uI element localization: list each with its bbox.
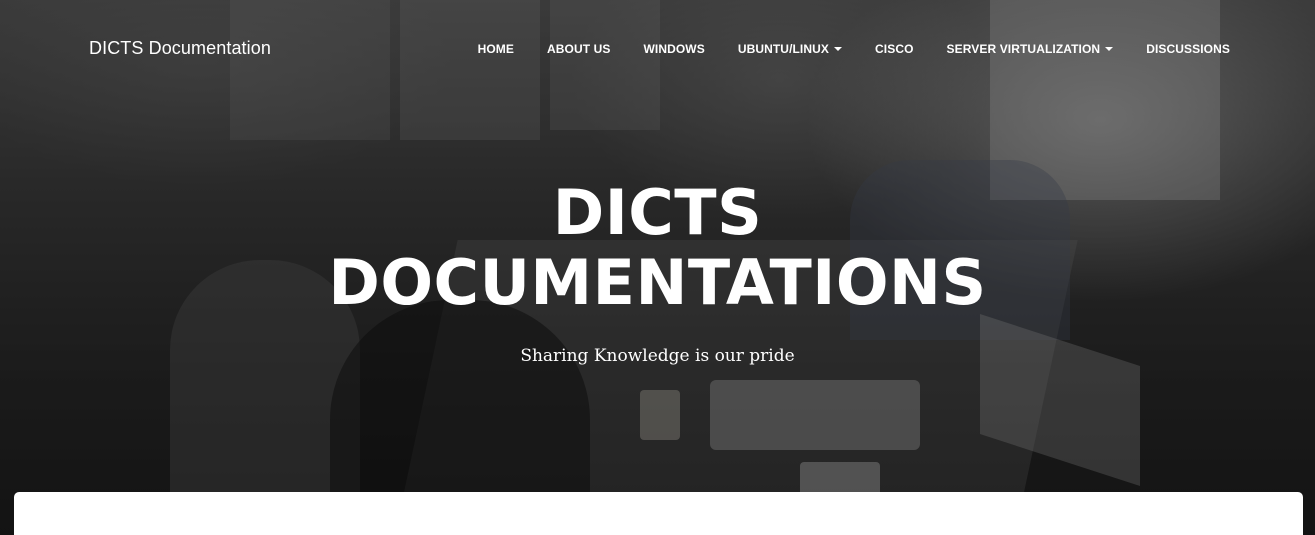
- hero-header: DICTS Documentation HOME ABOUT US WINDOW…: [0, 0, 1315, 535]
- nav-item-label: ABOUT US: [546, 42, 611, 56]
- nav-item-label: WINDOWS: [643, 42, 705, 56]
- nav-item-label: CISCO: [875, 42, 914, 56]
- nav-item-ubuntu-linux[interactable]: UBUNTU/LINUX: [737, 42, 843, 56]
- nav-item-server-virtualization[interactable]: SERVER VIRTUALIZATION: [947, 42, 1114, 56]
- page-title-line1: DICTS: [552, 176, 763, 249]
- caret-down-icon: [1105, 47, 1114, 51]
- page-subtitle: Sharing Knowledge is our pride: [520, 346, 795, 366]
- nav-item-label: DISCUSSIONS: [1146, 42, 1230, 56]
- page-title-line2: DOCUMENTATIONS: [328, 246, 987, 319]
- nav-item-about-us[interactable]: ABOUT US: [547, 42, 610, 56]
- main-content-card: [14, 492, 1303, 535]
- nav-item-home[interactable]: HOME: [478, 42, 514, 56]
- page-title: DICTS DOCUMENTATIONS: [0, 178, 1315, 318]
- main-navbar: DICTS Documentation HOME ABOUT US WINDOW…: [0, 0, 1315, 100]
- nav-item-label: HOME: [477, 42, 514, 56]
- caret-down-icon: [834, 47, 843, 51]
- nav-menu: HOME ABOUT US WINDOWS UBUNTU/LINUX CISCO…: [478, 42, 1230, 56]
- nav-item-windows[interactable]: WINDOWS: [643, 42, 704, 56]
- nav-item-cisco[interactable]: CISCO: [875, 42, 914, 56]
- nav-item-label: UBUNTU/LINUX: [737, 42, 830, 56]
- nav-item-label: SERVER VIRTUALIZATION: [946, 42, 1101, 56]
- site-brand-link[interactable]: DICTS Documentation: [89, 38, 271, 59]
- nav-item-discussions[interactable]: DISCUSSIONS: [1146, 42, 1230, 56]
